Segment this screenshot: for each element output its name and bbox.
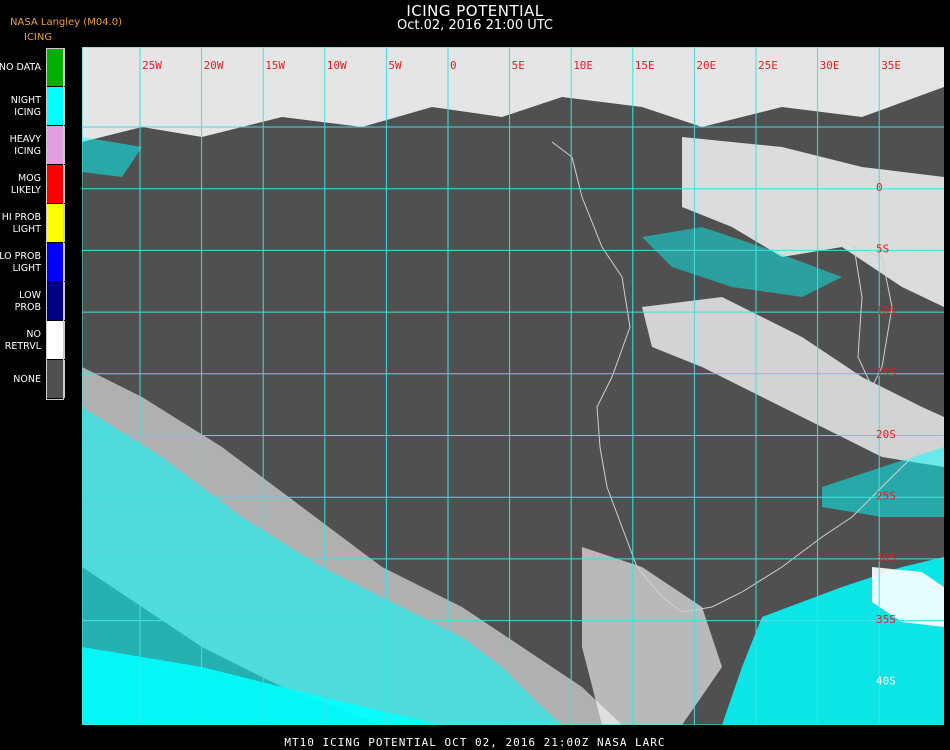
legend-item-lo-prob-light: LO PROB LIGHT <box>0 243 66 282</box>
longitude-label: 15W <box>265 59 285 72</box>
legend-item-night-icing: NIGHT ICING <box>0 87 66 126</box>
latitude-label: 15S <box>876 366 896 379</box>
latitude-label: 0 <box>876 181 883 194</box>
legend-item-heavy-icing: HEAVY ICING <box>0 126 66 165</box>
legend-swatch <box>47 204 65 242</box>
latitude-label: 30S <box>876 551 896 564</box>
latitude-label: 25S <box>876 490 896 503</box>
legend-label: LO PROB LIGHT <box>0 250 41 274</box>
latitude-label: 20S <box>876 428 896 441</box>
longitude-label: 25E <box>758 59 778 72</box>
icing-map: 25W 20W 15W 10W 5W 0 5E 10E 15E 20E 25E 30E 35E 0 5S 1… <box>82 47 944 725</box>
longitude-label: 15E <box>635 59 655 72</box>
legend-label: LOW PROB <box>14 289 41 313</box>
legend-swatch <box>47 87 65 125</box>
legend-item-no-data: NO DATA <box>0 48 66 87</box>
legend-swatch <box>47 165 65 203</box>
legend-label: NO RETRVL <box>4 328 41 352</box>
legend-swatch <box>47 126 65 164</box>
legend-item-no-retrvl: NO RETRVL <box>0 321 66 360</box>
latitude-label: 5S <box>876 243 889 256</box>
legend-label: NONE <box>13 373 41 385</box>
source-label: NASA Langley (M04.0) <box>10 17 122 28</box>
legend-item-mog-likely: MOG LIKELY <box>0 165 66 204</box>
legend-swatch <box>47 360 65 398</box>
latitude-label: 35S <box>876 613 896 626</box>
legend-label: NIGHT ICING <box>10 94 41 118</box>
longitude-label: 25W <box>142 59 162 72</box>
longitude-label: 20W <box>204 59 224 72</box>
legend-swatch <box>47 48 65 86</box>
legend-label: NO DATA <box>0 61 41 73</box>
footer-caption: MT10 ICING POTENTIAL OCT 02, 2016 21:00Z… <box>284 736 666 749</box>
legend-swatch <box>47 243 65 281</box>
legend-label: HEAVY ICING <box>9 133 41 157</box>
legend-title: ICING <box>24 32 53 43</box>
longitude-label: 20E <box>696 59 716 72</box>
legend-label: HI PROB LIGHT <box>1 211 41 235</box>
longitude-label: 10W <box>327 59 347 72</box>
longitude-label: 35E <box>881 59 901 72</box>
map-timestamp: Oct.02, 2016 21:00 UTC <box>397 18 553 33</box>
longitude-label: 0 <box>450 59 457 72</box>
legend-swatch <box>47 282 65 320</box>
latitude-label: 10S <box>876 304 896 317</box>
longitude-label: 5E <box>512 59 525 72</box>
legend-item-hi-prob-light: HI PROB LIGHT <box>0 204 66 243</box>
legend-swatch <box>47 321 65 359</box>
legend-label: MOG LIKELY <box>10 172 41 196</box>
longitude-label: 10E <box>573 59 593 72</box>
latitude-label: 40S <box>876 675 896 688</box>
legend-item-none: NONE <box>0 360 66 399</box>
legend-item-low-prob: LOW PROB <box>0 282 66 321</box>
longitude-label: 5W <box>388 59 402 72</box>
longitude-label: 30E <box>820 59 840 72</box>
